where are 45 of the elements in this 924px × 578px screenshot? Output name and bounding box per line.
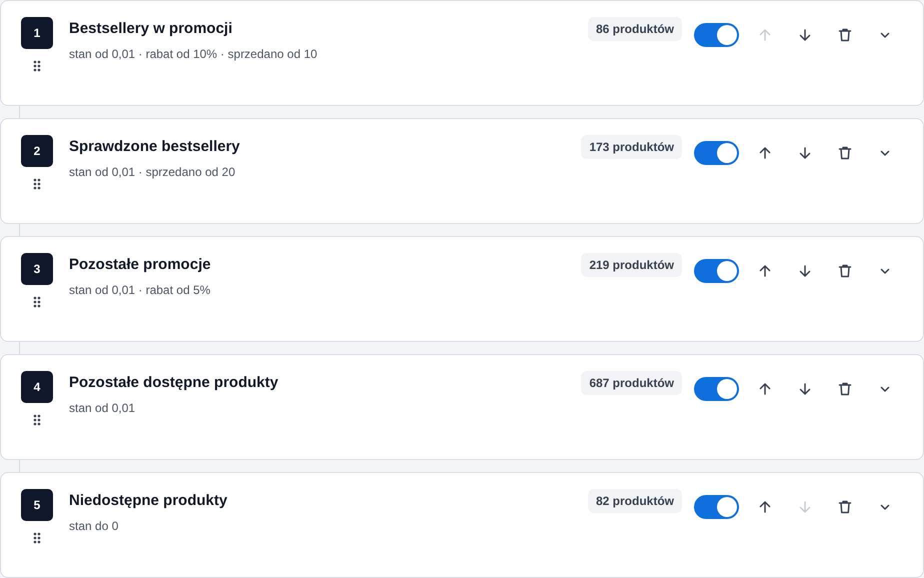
- trash-icon: [837, 263, 853, 279]
- arrow-down-icon: [797, 145, 813, 161]
- product-count: 173 produktów: [581, 135, 682, 159]
- toggle-switch[interactable]: [694, 259, 739, 283]
- rule-number: 5: [21, 489, 53, 521]
- rule-title: Pozostałe promocje: [69, 256, 212, 273]
- rule-number: 3: [21, 253, 53, 285]
- drag-handle-icon[interactable]: [33, 532, 41, 544]
- trash-icon: [837, 27, 853, 43]
- drag-handle-icon[interactable]: [33, 178, 41, 190]
- toggle-switch[interactable]: [694, 377, 739, 401]
- arrow-down-icon: [797, 27, 813, 43]
- arrow-up-icon: [757, 499, 773, 515]
- rule-title: Pozostałe dostępne produkty: [69, 374, 280, 391]
- drag-handle-icon[interactable]: [33, 296, 41, 308]
- drag-handle-icon[interactable]: [33, 414, 41, 426]
- rule-conditions: stan od 0,01 · rabat od 5%: [69, 283, 212, 297]
- product-count: 219 produktów: [581, 253, 682, 277]
- arrow-down-icon: [797, 263, 813, 279]
- rule-number: 1: [21, 17, 53, 49]
- rule-conditions: stan do 0: [69, 519, 120, 533]
- arrow-up-icon: [757, 145, 773, 161]
- product-count: 82 produktów: [588, 489, 682, 513]
- arrow-down-icon: [797, 381, 813, 397]
- toggle-switch[interactable]: [694, 23, 739, 47]
- arrow-up-icon: [757, 263, 773, 279]
- arrow-up-icon: [757, 381, 773, 397]
- arrow-down-icon: [797, 499, 813, 515]
- rule-title: Sprawdzone bestsellery: [69, 138, 241, 155]
- rule-number: 2: [21, 135, 53, 167]
- toggle-switch[interactable]: [694, 495, 739, 519]
- rule-conditions: stan od 0,01 · rabat od 10% · sprzedano od 10: [69, 47, 318, 61]
- rule-conditions: stan od 0,01 · sprzedano od 20: [69, 165, 236, 179]
- product-count: 86 produktów: [588, 17, 682, 41]
- arrow-up-icon: [757, 27, 773, 43]
- drag-handle-icon[interactable]: [33, 60, 41, 72]
- trash-icon: [837, 145, 853, 161]
- toggle-switch[interactable]: [694, 141, 739, 165]
- rule-title: Bestsellery w promocji: [69, 20, 234, 37]
- rule-number: 4: [21, 371, 53, 403]
- product-count: 687 produktów: [581, 371, 682, 395]
- rule-conditions: stan od 0,01: [69, 401, 136, 415]
- trash-icon: [837, 381, 853, 397]
- rule-title: Niedostępne produkty: [69, 492, 228, 509]
- trash-icon: [837, 499, 853, 515]
